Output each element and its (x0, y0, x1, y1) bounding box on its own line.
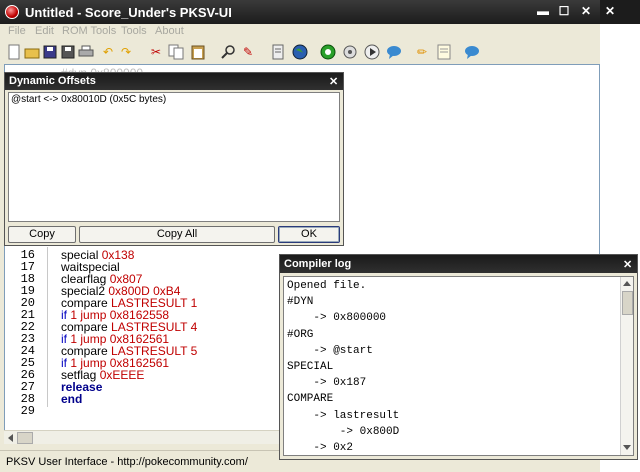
dynamic-offsets-dialog: Dynamic Offsets ✕ @start <-> 0x80010D (0… (4, 72, 344, 246)
line-number: 29 (20, 404, 35, 418)
fold-margin (47, 247, 48, 407)
menu-file[interactable]: File (8, 25, 26, 37)
scroll-down-icon[interactable] (622, 442, 632, 452)
compiler-log-window: Compiler log ✕ Opened file. #DYN -> 0x800… (279, 254, 638, 460)
ok-button[interactable]: OK (278, 226, 340, 243)
redo-icon[interactable]: ↷ (118, 44, 134, 60)
menu-about[interactable]: About (155, 25, 184, 37)
log-line: -> 0x800000 (287, 312, 387, 325)
background-window-close-button[interactable]: ✕ (605, 4, 615, 18)
compile-icon[interactable] (320, 44, 336, 60)
log-line: -> lastresult (287, 409, 400, 422)
compiler-log-text[interactable]: Opened file. #DYN -> 0x800000 #ORG -> @sta… (283, 276, 634, 456)
settings-icon[interactable] (342, 44, 358, 60)
maximize-button[interactable]: ☐ (555, 3, 573, 20)
compiler-log-close-button[interactable]: ✕ (623, 258, 632, 271)
log-line: -> 0x187 (287, 377, 367, 390)
log-line: #ORG (287, 328, 314, 341)
run-icon[interactable] (364, 44, 380, 60)
compiler-log-title: Compiler log (284, 258, 352, 270)
dynamic-offsets-titlebar[interactable]: Dynamic Offsets ✕ (5, 73, 343, 90)
log-line: SPECIAL (287, 361, 334, 373)
horizontal-scroll-thumb[interactable] (17, 432, 33, 444)
chat-icon[interactable] (386, 44, 402, 60)
list-item[interactable]: @start <-> 0x80010D (0x5C bytes) (11, 94, 166, 105)
decompile-icon[interactable] (270, 44, 286, 60)
log-line: COMPARE (287, 393, 334, 406)
save-as-icon[interactable] (60, 44, 76, 60)
vertical-scrollbar[interactable] (620, 277, 633, 455)
new-file-icon[interactable] (6, 44, 22, 60)
pencil-icon[interactable]: ✏ (414, 44, 430, 60)
status-text: PKSV User Interface - http://pokecommuni… (6, 456, 248, 468)
dynamic-offsets-title: Dynamic Offsets (9, 75, 96, 87)
copy-icon[interactable] (168, 44, 184, 60)
vertical-scroll-thumb[interactable] (622, 291, 633, 315)
background-window-titlebar: ✕ (600, 0, 640, 24)
menu-edit[interactable]: Edit (35, 25, 54, 37)
horizontal-scrollbar[interactable] (4, 430, 282, 444)
find-icon[interactable] (220, 44, 236, 60)
log-line: -> 0x800D (287, 425, 400, 438)
log-line: #DYN (287, 296, 314, 309)
menu-bar: File Edit ROM Tools Tools About (0, 24, 600, 40)
paste-icon[interactable] (190, 44, 206, 60)
scroll-left-icon[interactable] (6, 433, 16, 443)
help-icon[interactable] (464, 44, 480, 60)
menu-rom-tools[interactable]: ROM Tools (62, 25, 116, 37)
window-title: Untitled - Score_Under's PKSV-UI (25, 5, 232, 20)
log-line: -> @start (287, 344, 373, 357)
undo-icon[interactable]: ↶ (100, 44, 116, 60)
compiler-log-titlebar[interactable]: Compiler log ✕ (280, 255, 637, 273)
copy-all-button[interactable]: Copy All (79, 226, 275, 243)
open-icon[interactable] (24, 44, 40, 60)
code-keyword: end (61, 392, 83, 406)
print-icon[interactable] (78, 44, 94, 60)
menu-tools[interactable]: Tools (121, 25, 147, 37)
log-line: -> 0x2 (287, 442, 354, 454)
globe-icon[interactable] (292, 44, 308, 60)
code-line[interactable]: end (61, 393, 82, 405)
log-line: Opened file. (287, 280, 367, 292)
minimize-button[interactable]: ▬ (534, 3, 552, 20)
scroll-up-icon[interactable] (622, 279, 632, 289)
pokeball-icon (5, 5, 19, 19)
save-icon[interactable] (42, 44, 58, 60)
cut-icon[interactable]: ✂ (148, 44, 164, 60)
replace-icon[interactable]: ✎ (240, 44, 256, 60)
close-button[interactable]: ✕ (577, 3, 595, 20)
code-argument: 0xEEEE (99, 368, 145, 382)
dynamic-offsets-close-button[interactable]: ✕ (329, 75, 338, 88)
copy-button[interactable]: Copy (8, 226, 76, 243)
toolbar: ↶ ↷ ✂ ✎ ✏ (0, 40, 600, 64)
notes-icon[interactable] (436, 44, 452, 60)
title-bar[interactable]: Untitled - Score_Under's PKSV-UI ▬ ☐ ✕ (0, 0, 600, 24)
dynamic-offsets-list[interactable]: @start <-> 0x80010D (0x5C bytes) (8, 92, 340, 222)
